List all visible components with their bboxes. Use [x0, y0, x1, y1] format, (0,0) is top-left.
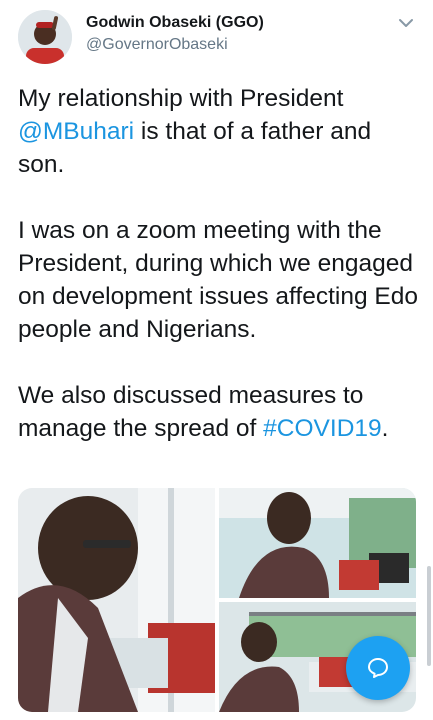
photo-2[interactable]	[219, 488, 416, 598]
tweet-paragraph-1: My relationship with President @MBuhari …	[18, 82, 423, 181]
scrollbar[interactable]	[427, 566, 431, 666]
chevron-down-icon[interactable]	[395, 12, 417, 34]
author-handle[interactable]: @GovernorObaseki	[86, 36, 228, 54]
mention-link[interactable]: @MBuhari	[18, 118, 134, 145]
photo-1[interactable]	[18, 488, 215, 712]
tweet-header: Godwin Obaseki (GGO) @GovernorObaseki	[0, 0, 433, 70]
author-name[interactable]: Godwin Obaseki (GGO)	[86, 14, 264, 32]
hashtag-link[interactable]: #COVID19	[263, 415, 381, 442]
text-span: .	[381, 415, 389, 442]
tweet-text: My relationship with President @MBuhari …	[18, 82, 423, 478]
compose-button[interactable]	[346, 636, 410, 700]
text-span: My relationship with President	[18, 85, 344, 112]
tweet-paragraph-3: We also discussed measures to manage the…	[18, 379, 423, 445]
avatar[interactable]	[18, 10, 72, 64]
chat-bubble-icon	[368, 658, 388, 678]
tweet-paragraph-2: I was on a zoom meeting with the Preside…	[18, 217, 418, 343]
